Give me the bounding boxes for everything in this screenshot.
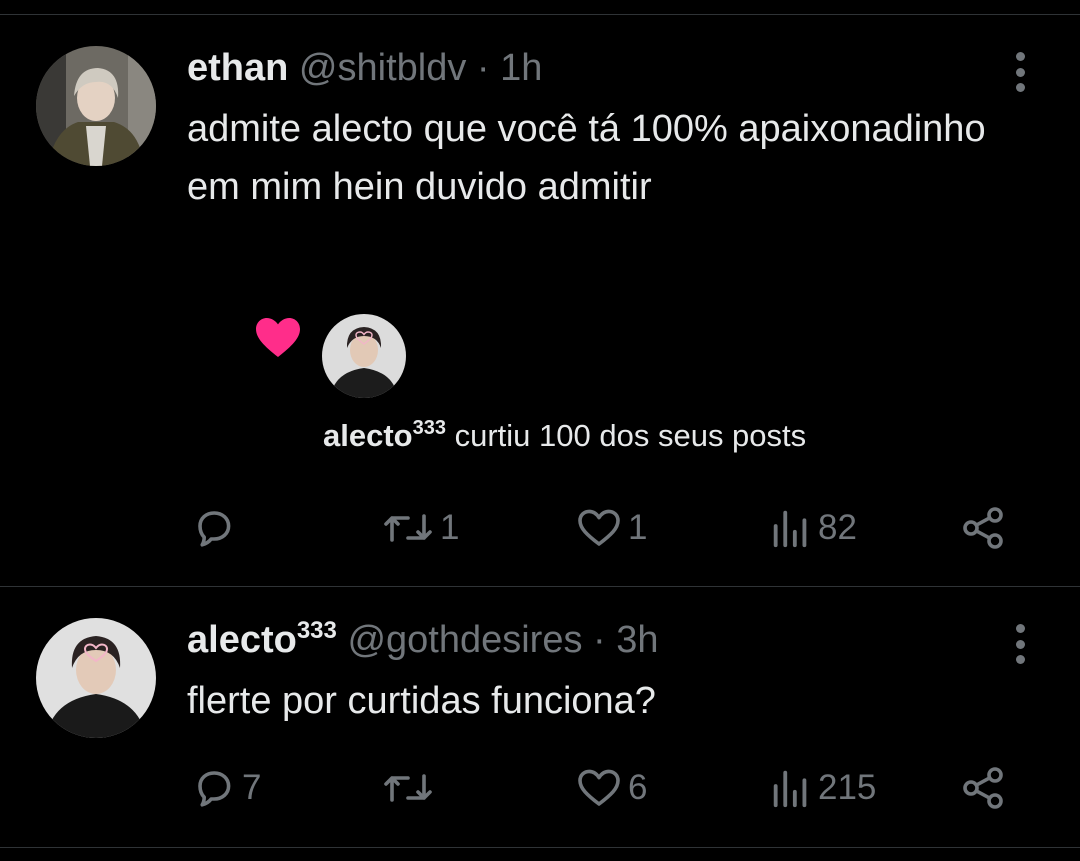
post-header: ethan @shitbldv · 1h [187,46,542,90]
display-name[interactable]: alecto333 [187,619,337,662]
like-button[interactable]: 1 [574,503,647,553]
heart-icon [578,769,620,806]
post-time[interactable]: 1h [500,47,542,89]
reply-count: 7 [242,768,262,807]
post-header: alecto333 @gothdesires · 3h [187,618,659,662]
display-name[interactable]: ethan [187,47,288,89]
post-ethan[interactable]: ethan @shitbldv · 1h admite alecto que v… [0,0,1080,586]
user-handle[interactable]: @gothdesires [347,619,582,661]
action-bar: 7 6 215 [0,763,1080,813]
views-icon [773,510,807,548]
post-text: admite alecto que você tá 100% apaixonad… [187,108,986,208]
like-count: 6 [628,768,648,807]
avatar-ethan[interactable] [36,46,156,166]
notification-message: curtiu 100 dos seus posts [454,418,807,453]
separator-dot: · [476,47,490,89]
post-alecto[interactable]: alecto333 @gothdesires · 3h flerte por c… [0,587,1080,847]
share-button[interactable] [958,763,1008,813]
post-text: flerte por curtidas funciona? [187,680,656,722]
more-options-icon[interactable] [1008,624,1032,664]
reply-button[interactable]: 7 [190,763,261,813]
share-button[interactable] [958,503,1008,553]
repost-button[interactable]: 1 [380,503,459,553]
like-button[interactable]: 6 [574,763,647,813]
avatar-alecto[interactable] [36,618,156,738]
views-button[interactable]: 82 [768,503,857,553]
more-options-icon[interactable] [1008,52,1032,92]
bottom-divider [0,847,1080,848]
notification-username: alecto333 [323,417,446,453]
share-icon [963,507,1003,549]
notification-avatar [322,314,406,398]
reply-button[interactable] [190,503,242,553]
views-icon [773,770,807,808]
pink-heart-icon [256,318,300,357]
notification-text: alecto333 curtiu 100 dos seus posts [323,416,806,456]
repost-icon [384,514,432,542]
repost-count: 1 [440,508,460,547]
heart-icon [578,509,620,546]
views-button[interactable]: 215 [768,763,876,813]
action-bar: 1 1 82 [0,503,1080,553]
repost-icon [384,774,432,802]
user-handle[interactable]: @shitbldv [299,47,466,89]
separator-dot: · [593,619,606,661]
reply-icon [198,511,231,547]
view-count: 82 [818,508,857,547]
view-count: 215 [818,768,877,807]
reply-icon [198,771,231,807]
share-icon [963,767,1003,809]
like-count: 1 [628,508,648,547]
repost-button[interactable] [380,763,440,813]
post-time[interactable]: 3h [616,619,658,661]
